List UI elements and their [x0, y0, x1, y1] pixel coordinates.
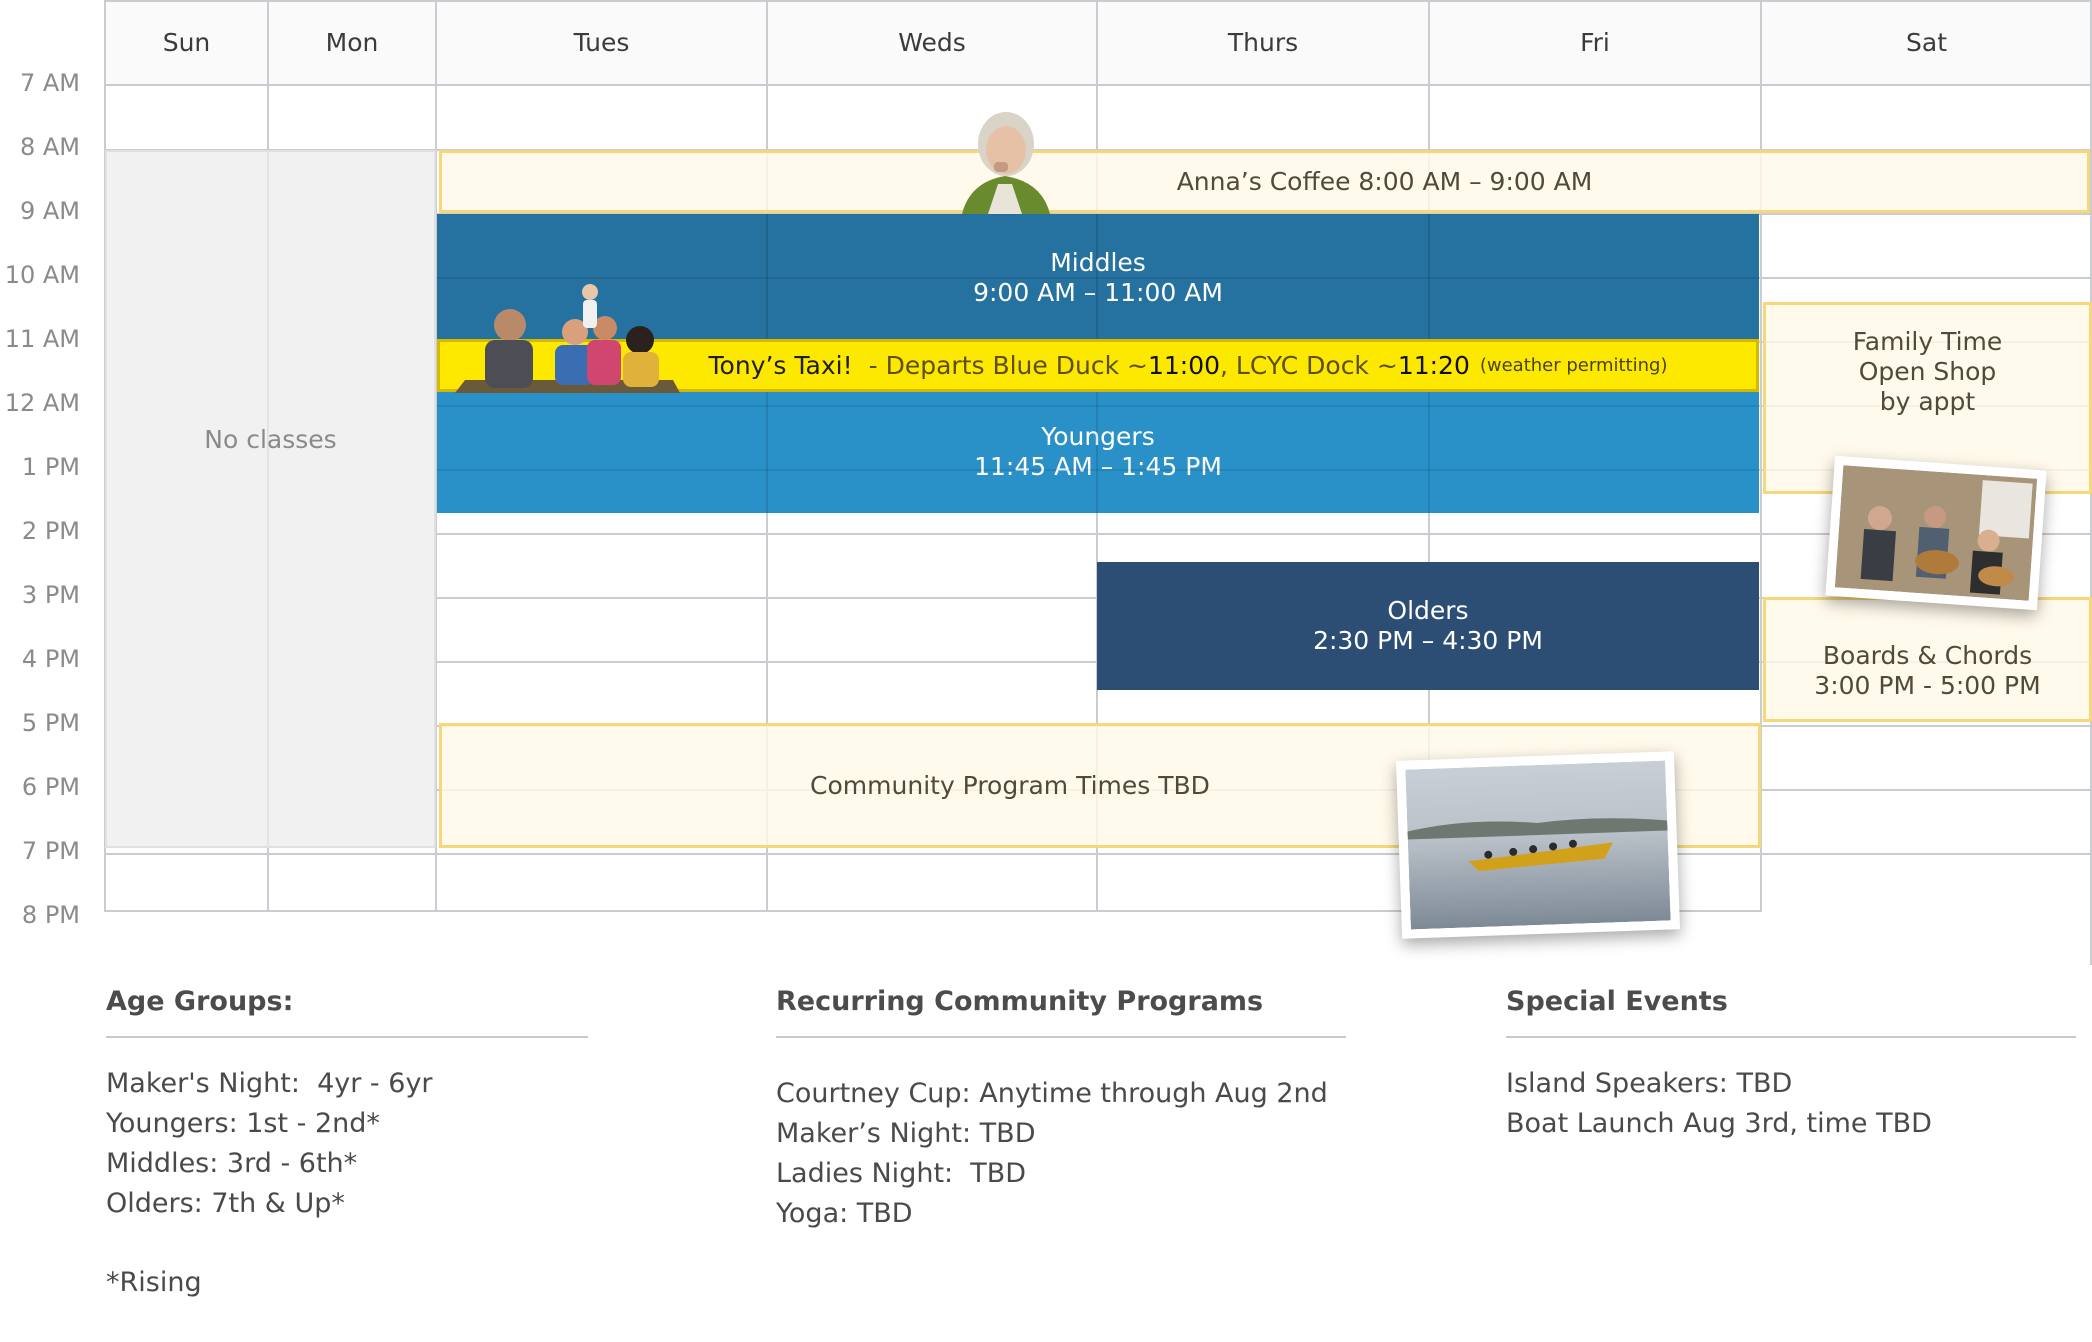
taxi-time-1: 11:00: [1147, 351, 1220, 380]
event-youngers[interactable]: Youngers 11:45 AM – 1:45 PM: [437, 392, 1759, 513]
event-olders[interactable]: Olders 2:30 PM – 4:30 PM: [1097, 562, 1759, 690]
age-group-note: *Rising: [106, 1267, 202, 1298]
day-header-sun: Sun: [105, 0, 268, 86]
day-header-thurs: Thurs: [1097, 0, 1429, 86]
recurring-program-item: Courtney Cup: Anytime through Aug 2nd: [776, 1078, 1328, 1109]
boat-launch-photo: [1395, 751, 1681, 939]
event-annas-coffee[interactable]: Anna’s Coffee 8:00 AM – 9:00 AM: [439, 150, 2090, 213]
hour-line: [437, 405, 1759, 407]
boat-launch-photo-icon: [1405, 760, 1671, 930]
event-time: 3:00 PM - 5:00 PM: [1814, 670, 2041, 700]
event-title: Olders: [1387, 596, 1469, 625]
event-time: 2:30 PM – 4:30 PM: [1313, 626, 1543, 655]
recurring-program-item: Yoga: TBD: [776, 1198, 913, 1229]
no-classes-label: No classes: [204, 425, 337, 454]
event-title: Boards & Chords: [1822, 640, 2033, 670]
taxi-time-2: 11:20: [1397, 351, 1470, 380]
event-title: Anna’s Coffee 8:00 AM – 9:00 AM: [1176, 166, 1593, 196]
event-title: Youngers: [1041, 422, 1155, 451]
day-header-tues: Tues: [436, 0, 767, 86]
time-label: 11 AM: [4, 325, 80, 353]
time-label: 12 AM: [4, 389, 80, 417]
time-label: 3 PM: [21, 581, 80, 609]
special-events-divider: [1506, 1036, 2076, 1038]
day-header-weds: Weds: [767, 0, 1097, 86]
day-divider: [267, 150, 269, 848]
taxi-name: Tony’s Taxi!: [708, 351, 853, 380]
day-header-sat: Sat: [1761, 0, 2092, 86]
time-label: 1 PM: [21, 453, 80, 481]
hour-line: [105, 853, 2092, 855]
recurring-programs-title: Recurring Community Programs: [776, 986, 1264, 1017]
event-title-line: by appt: [1879, 387, 1976, 416]
event-title-line: Open Shop: [1858, 357, 1997, 386]
taxi-crew-photo-icon: [455, 284, 680, 393]
special-events-title: Special Events: [1506, 986, 1728, 1017]
anna-portrait-icon: [962, 112, 1050, 214]
time-label: 2 PM: [21, 517, 80, 545]
special-event-item: Boat Launch Aug 3rd, time TBD: [1506, 1108, 1932, 1139]
no-classes-block: [105, 150, 436, 848]
age-group-item: Middles: 3rd - 6th*: [106, 1148, 358, 1179]
event-title: Community Program Times TBD: [810, 770, 1210, 800]
time-label: 5 PM: [21, 709, 80, 737]
time-label: 7 AM: [19, 69, 80, 97]
weekly-calendar: Sun Mon Tues Weds Thurs Fri Sat 7 AM 8 A…: [0, 0, 2092, 965]
hour-line: [437, 277, 1759, 279]
time-label: 6 PM: [21, 773, 80, 801]
taxi-departs: - Departs Blue Duck ~: [868, 351, 1148, 380]
taxi-note: (weather permitting): [1479, 355, 1668, 376]
hour-line: [105, 0, 2092, 2]
guitar-group-photo: [1825, 455, 2047, 611]
time-label: 7 PM: [21, 837, 80, 865]
event-boards-chords[interactable]: Boards & Chords 3:00 PM - 5:00 PM: [1763, 597, 2092, 722]
recurring-program-item: Maker’s Night: TBD: [776, 1118, 1036, 1149]
time-label: 9 AM: [19, 197, 80, 225]
age-group-item: Maker's Night: 4yr - 6yr: [106, 1068, 433, 1099]
time-label: 8 PM: [21, 901, 80, 929]
age-group-item: Olders: 7th & Up*: [106, 1188, 345, 1219]
day-header-fri: Fri: [1429, 0, 1761, 86]
age-group-item: Youngers: 1st - 2nd*: [106, 1108, 380, 1139]
time-label: 8 AM: [19, 133, 80, 161]
guitar-group-photo-icon: [1834, 465, 2038, 601]
event-title-line: Family Time: [1852, 327, 2003, 356]
time-label: 4 PM: [21, 645, 80, 673]
recurring-program-item: Ladies Night: TBD: [776, 1158, 1027, 1189]
time-label: 10 AM: [4, 261, 80, 289]
hour-line: [437, 469, 1759, 471]
age-groups-divider: [106, 1036, 588, 1038]
day-header-mon: Mon: [268, 0, 436, 86]
special-event-item: Island Speakers: TBD: [1506, 1068, 1793, 1099]
recurring-programs-divider: [776, 1036, 1346, 1038]
taxi-dock: , LCYC Dock ~: [1220, 351, 1398, 380]
age-groups-title: Age Groups:: [106, 986, 294, 1017]
